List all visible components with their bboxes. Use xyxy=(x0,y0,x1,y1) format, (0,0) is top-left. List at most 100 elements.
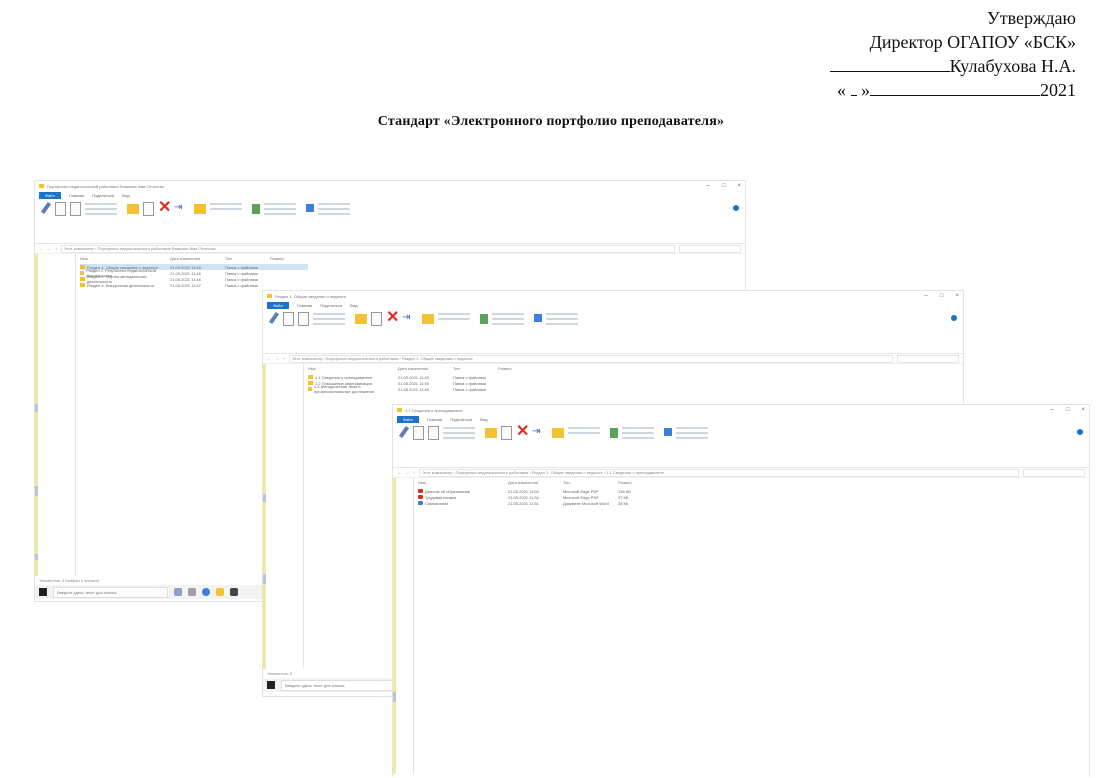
windows-start-icon[interactable] xyxy=(39,588,47,596)
select-all-icon[interactable] xyxy=(534,314,542,322)
path-field[interactable]: Этот компьютер › Портфолио педагогическо… xyxy=(289,354,893,363)
folder-icon xyxy=(39,184,44,188)
copy-to-icon[interactable] xyxy=(371,312,382,326)
copy-icon[interactable] xyxy=(413,426,424,440)
menu-file[interactable]: Файл xyxy=(39,191,61,199)
paste-icon[interactable] xyxy=(70,202,81,216)
delete-icon[interactable]: ✕ xyxy=(386,310,399,326)
up-icon[interactable]: ↑ xyxy=(283,356,285,361)
search-field[interactable] xyxy=(1023,468,1085,477)
new-folder-icon[interactable] xyxy=(552,428,564,438)
close-icon[interactable]: × xyxy=(737,183,741,189)
column-type[interactable]: Тип xyxy=(225,256,270,261)
menu-home[interactable]: Главная xyxy=(427,417,442,422)
select-all-icon[interactable] xyxy=(306,204,314,212)
path-field[interactable]: Этот компьютер › Портфолио педагогическо… xyxy=(61,244,675,253)
column-name[interactable]: Имя xyxy=(80,256,170,261)
search-field[interactable] xyxy=(679,244,741,253)
minimize-icon[interactable]: – xyxy=(925,293,928,299)
move-to-icon[interactable] xyxy=(485,428,497,438)
forward-icon[interactable]: → xyxy=(275,356,279,361)
help-icon[interactable] xyxy=(733,205,739,211)
copy-icon[interactable] xyxy=(283,312,294,326)
folder-icon xyxy=(267,294,272,298)
back-icon[interactable]: ← xyxy=(267,356,271,361)
help-icon[interactable] xyxy=(951,315,957,321)
menu-file[interactable]: Файл xyxy=(397,415,419,423)
windows-start-icon[interactable] xyxy=(267,681,275,689)
menu-file[interactable]: Файл xyxy=(267,301,289,309)
taskbar-search-input[interactable]: Введите здесь текст для поиска xyxy=(53,586,168,598)
close-icon[interactable]: × xyxy=(1081,407,1085,413)
maximize-icon[interactable]: □ xyxy=(940,293,944,299)
menu-view[interactable]: Вид xyxy=(350,303,357,308)
properties-icon[interactable] xyxy=(610,428,618,438)
column-size[interactable]: Размер xyxy=(498,366,528,371)
navigation-pane[interactable] xyxy=(35,254,76,576)
column-date[interactable]: Дата изменения xyxy=(398,366,453,371)
path-field[interactable]: Этот компьютер › Портфолио педагогическо… xyxy=(419,468,1019,477)
list-item[interactable]: Самоанализ 21.05.2021 11:51 Документ Micro… xyxy=(418,500,1085,506)
paste-icon[interactable] xyxy=(298,312,309,326)
app-icon[interactable] xyxy=(188,588,196,596)
pin-icon[interactable] xyxy=(268,311,280,325)
maximize-icon[interactable]: □ xyxy=(1066,407,1070,413)
list-item[interactable]: 1.3 Методическая тема и профессиональные… xyxy=(308,384,959,394)
pin-icon[interactable] xyxy=(398,425,410,439)
maximize-icon[interactable]: □ xyxy=(722,183,726,189)
column-size[interactable]: Размер xyxy=(270,256,300,261)
minimize-icon[interactable]: – xyxy=(1051,407,1054,413)
column-type[interactable]: Тип xyxy=(563,480,618,485)
edge-icon[interactable] xyxy=(202,588,210,596)
rename-icon[interactable]: ⇥ xyxy=(532,426,542,438)
copy-to-icon[interactable] xyxy=(501,426,512,440)
menu-view[interactable]: Вид xyxy=(480,417,487,422)
menu-share[interactable]: Поделиться xyxy=(320,303,342,308)
navigation-pane[interactable] xyxy=(393,478,414,774)
close-icon[interactable]: × xyxy=(955,293,959,299)
back-icon[interactable]: ← xyxy=(39,246,43,251)
paste-icon[interactable] xyxy=(428,426,439,440)
navigation-pane[interactable] xyxy=(263,364,304,669)
column-date[interactable]: Дата изменения xyxy=(170,256,225,261)
delete-icon[interactable]: ✕ xyxy=(158,200,171,216)
move-to-icon[interactable] xyxy=(355,314,367,324)
store-icon[interactable] xyxy=(230,588,238,596)
minimize-icon[interactable]: – xyxy=(707,183,710,189)
menu-view[interactable]: Вид xyxy=(122,193,129,198)
menu-home[interactable]: Главная xyxy=(297,303,312,308)
new-folder-icon[interactable] xyxy=(422,314,434,324)
column-date[interactable]: Дата изменения xyxy=(508,480,563,485)
select-all-icon[interactable] xyxy=(664,428,672,436)
column-type[interactable]: Тип xyxy=(453,366,498,371)
task-view-icon[interactable] xyxy=(174,588,182,596)
list-item[interactable]: Раздел 4. Внеурочная деятельность 21.05.2… xyxy=(80,282,741,288)
search-field[interactable] xyxy=(897,354,959,363)
column-size[interactable]: Размер xyxy=(618,480,648,485)
menu-home[interactable]: Главная xyxy=(69,193,84,198)
copy-icon[interactable] xyxy=(55,202,66,216)
forward-icon[interactable]: → xyxy=(405,470,409,475)
help-icon[interactable] xyxy=(1077,429,1083,435)
item-date: 21.05.2021 11:45 xyxy=(170,264,201,270)
rename-icon[interactable]: ⇥ xyxy=(402,312,412,324)
menu-share[interactable]: Поделиться xyxy=(92,193,114,198)
rename-icon[interactable]: ⇥ xyxy=(174,202,184,214)
menu-share[interactable]: Поделиться xyxy=(450,417,472,422)
pin-icon[interactable] xyxy=(40,201,52,215)
forward-icon[interactable]: → xyxy=(47,246,51,251)
properties-icon[interactable] xyxy=(252,204,260,214)
copy-to-icon[interactable] xyxy=(143,202,154,216)
explorer-icon[interactable] xyxy=(216,588,224,596)
properties-icon[interactable] xyxy=(480,314,488,324)
back-icon[interactable]: ← xyxy=(397,470,401,475)
address-bar: ← → ↑ Этот компьютер › Портфолио педагогич… xyxy=(35,244,745,254)
delete-icon[interactable]: ✕ xyxy=(516,424,529,440)
new-folder-icon[interactable] xyxy=(194,204,206,214)
up-icon[interactable]: ↑ xyxy=(413,470,415,475)
taskbar-search-input[interactable]: Введите здесь текст для поиска xyxy=(281,679,396,691)
column-name[interactable]: Имя xyxy=(308,366,398,371)
move-to-icon[interactable] xyxy=(127,204,139,214)
up-icon[interactable]: ↑ xyxy=(55,246,57,251)
column-name[interactable]: Имя xyxy=(418,480,508,485)
